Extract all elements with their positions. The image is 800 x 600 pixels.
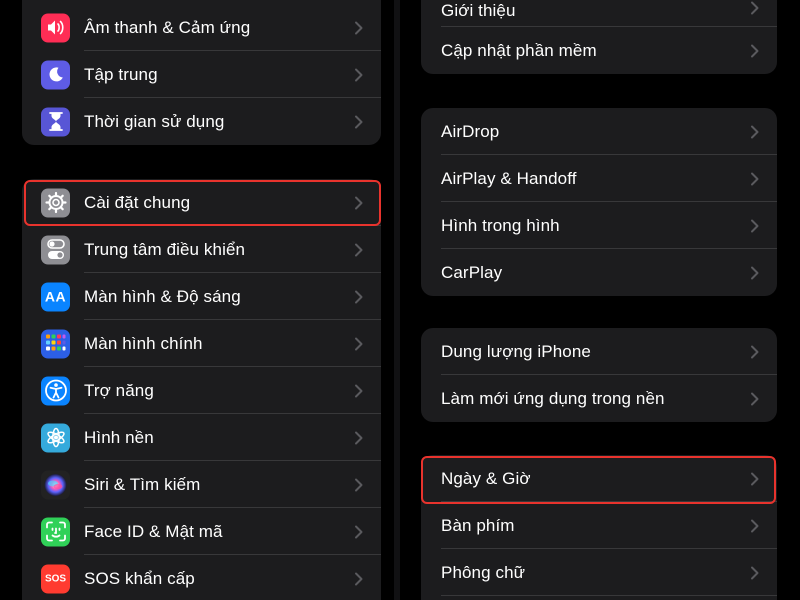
general-row-label: Phông chữ [441, 562, 526, 582]
flower-icon [41, 423, 70, 452]
chevron-right-icon [355, 115, 363, 128]
icon-glyph: AA [44, 288, 67, 305]
general-row-software-update[interactable]: Cập nhật phần mềm [421, 27, 777, 74]
chevron-right-icon [355, 525, 363, 538]
chevron-right-icon [751, 1, 759, 15]
gear-icon [41, 188, 70, 217]
settings-row-label: Thời gian sử dụng [84, 111, 225, 131]
settings-row-label: Hình nền [84, 427, 154, 447]
general-row-iphone-storage[interactable]: Dung lượng iPhone [421, 328, 777, 375]
app-grid-icon [41, 329, 70, 358]
settings-row-label: Màn hình chính [84, 333, 203, 353]
speaker-icon [41, 13, 70, 42]
settings-row-focus[interactable]: Tập trung [22, 51, 381, 98]
settings-row-wallpaper[interactable]: Hình nền [22, 414, 381, 461]
row-divider [441, 595, 777, 596]
chevron-right-icon [751, 266, 759, 279]
chevron-right-icon [751, 125, 759, 138]
general-row-date-time[interactable]: Ngày & Giờ [421, 455, 777, 502]
chevron-right-icon [355, 196, 363, 209]
settings-row-screen-time[interactable]: Thời gian sử dụng [22, 98, 381, 145]
general-row-label: Dung lượng iPhone [441, 341, 591, 361]
chevron-right-icon [751, 472, 759, 485]
general-row-label: Hình trong hình [441, 215, 560, 235]
settings-row-label: SOS khẩn cấp [84, 568, 195, 588]
general-group-storage: Dung lượng iPhone Làm mới ứng dụng trong… [421, 328, 777, 422]
chevron-right-icon [355, 21, 363, 34]
general-row-airdrop[interactable]: AirDrop [421, 108, 777, 155]
chevron-right-icon [355, 478, 363, 491]
general-row-background-app-refresh[interactable]: Làm mới ứng dụng trong nền [421, 375, 777, 422]
general-row-fonts[interactable]: Phông chữ [421, 549, 777, 596]
chevron-right-icon [355, 337, 363, 350]
chevron-right-icon [751, 566, 759, 579]
chevron-right-icon [751, 44, 759, 57]
general-group-about: Giới thiệu Cập nhật phần mềm [421, 0, 777, 74]
sos-icon: SOS [41, 564, 70, 593]
general-group-connectivity: AirDrop AirPlay & Handoff Hình trong hìn… [421, 108, 777, 296]
general-row-picture-in-picture[interactable]: Hình trong hình [421, 202, 777, 249]
settings-row-siri-search[interactable]: Siri & Tìm kiếm [22, 461, 381, 508]
moon-icon [41, 60, 70, 89]
chevron-right-icon [751, 392, 759, 405]
general-row-label: Cập nhật phần mềm [441, 40, 597, 60]
settings-list-screen: Âm thanh & Cảm ứng Tập trung Thời gian s… [0, 0, 394, 600]
chevron-right-icon [355, 243, 363, 256]
settings-row-home-screen[interactable]: Màn hình chính [22, 320, 381, 367]
settings-group-general: Cài đặt chung Trung tâm điều khiển AA Mà… [22, 179, 381, 600]
chevron-right-icon [355, 572, 363, 585]
settings-row-face-id[interactable]: Face ID & Mật mã [22, 508, 381, 555]
chevron-right-icon [355, 431, 363, 444]
settings-row-label: Siri & Tìm kiếm [84, 474, 201, 494]
general-row-keyboard[interactable]: Bàn phím [421, 502, 777, 549]
settings-row-label: Face ID & Mật mã [84, 521, 223, 541]
settings-group-sound-focus: Âm thanh & Cảm ứng Tập trung Thời gian s… [22, 0, 381, 145]
settings-row-control-center[interactable]: Trung tâm điều khiển [22, 226, 381, 273]
chevron-right-icon [355, 68, 363, 81]
accessibility-icon [41, 376, 70, 405]
settings-row-label: Trợ năng [84, 380, 154, 400]
general-row-label: Làm mới ứng dụng trong nền [441, 388, 665, 408]
settings-row-label: Âm thanh & Cảm ứng [84, 17, 251, 37]
general-row-about[interactable]: Giới thiệu [421, 0, 777, 27]
general-row-label: Giới thiệu [441, 0, 516, 20]
settings-row-emergency-sos[interactable]: SOS SOS khẩn cấp [22, 555, 381, 600]
chevron-right-icon [355, 384, 363, 397]
hourglass-icon [41, 107, 70, 136]
settings-row-label: Màn hình & Độ sáng [84, 286, 241, 306]
toggles-icon [41, 235, 70, 264]
general-settings-screen: Giới thiệu Cập nhật phần mềm AirDrop Air… [400, 0, 800, 600]
chevron-right-icon [751, 345, 759, 358]
chevron-right-icon [355, 290, 363, 303]
general-row-label: AirDrop [441, 121, 500, 141]
general-row-airplay-handoff[interactable]: AirPlay & Handoff [421, 155, 777, 202]
settings-row-label: Cài đặt chung [84, 192, 191, 212]
face-id-icon [41, 517, 70, 546]
settings-row-accessibility[interactable]: Trợ năng [22, 367, 381, 414]
general-row-label: AirPlay & Handoff [441, 168, 577, 188]
chevron-right-icon [751, 172, 759, 185]
settings-row-label: Tập trung [84, 64, 158, 84]
general-row-label: Ngày & Giờ [441, 468, 531, 488]
general-group-locale: Ngày & Giờ Bàn phím Phông chữ [421, 455, 777, 600]
siri-icon [41, 470, 70, 499]
settings-row-general[interactable]: Cài đặt chung [22, 179, 381, 226]
general-row-label: Bàn phím [441, 515, 515, 535]
icon-glyph: SOS [44, 573, 67, 584]
general-row-carplay[interactable]: CarPlay [421, 249, 777, 296]
chevron-right-icon [751, 519, 759, 532]
settings-row-display-brightness[interactable]: AA Màn hình & Độ sáng [22, 273, 381, 320]
general-row-label: CarPlay [441, 262, 503, 282]
settings-row-sound-haptics[interactable]: Âm thanh & Cảm ứng [22, 4, 381, 51]
text-size-icon: AA [41, 282, 70, 311]
settings-row-label: Trung tâm điều khiển [84, 239, 246, 259]
chevron-right-icon [751, 219, 759, 232]
